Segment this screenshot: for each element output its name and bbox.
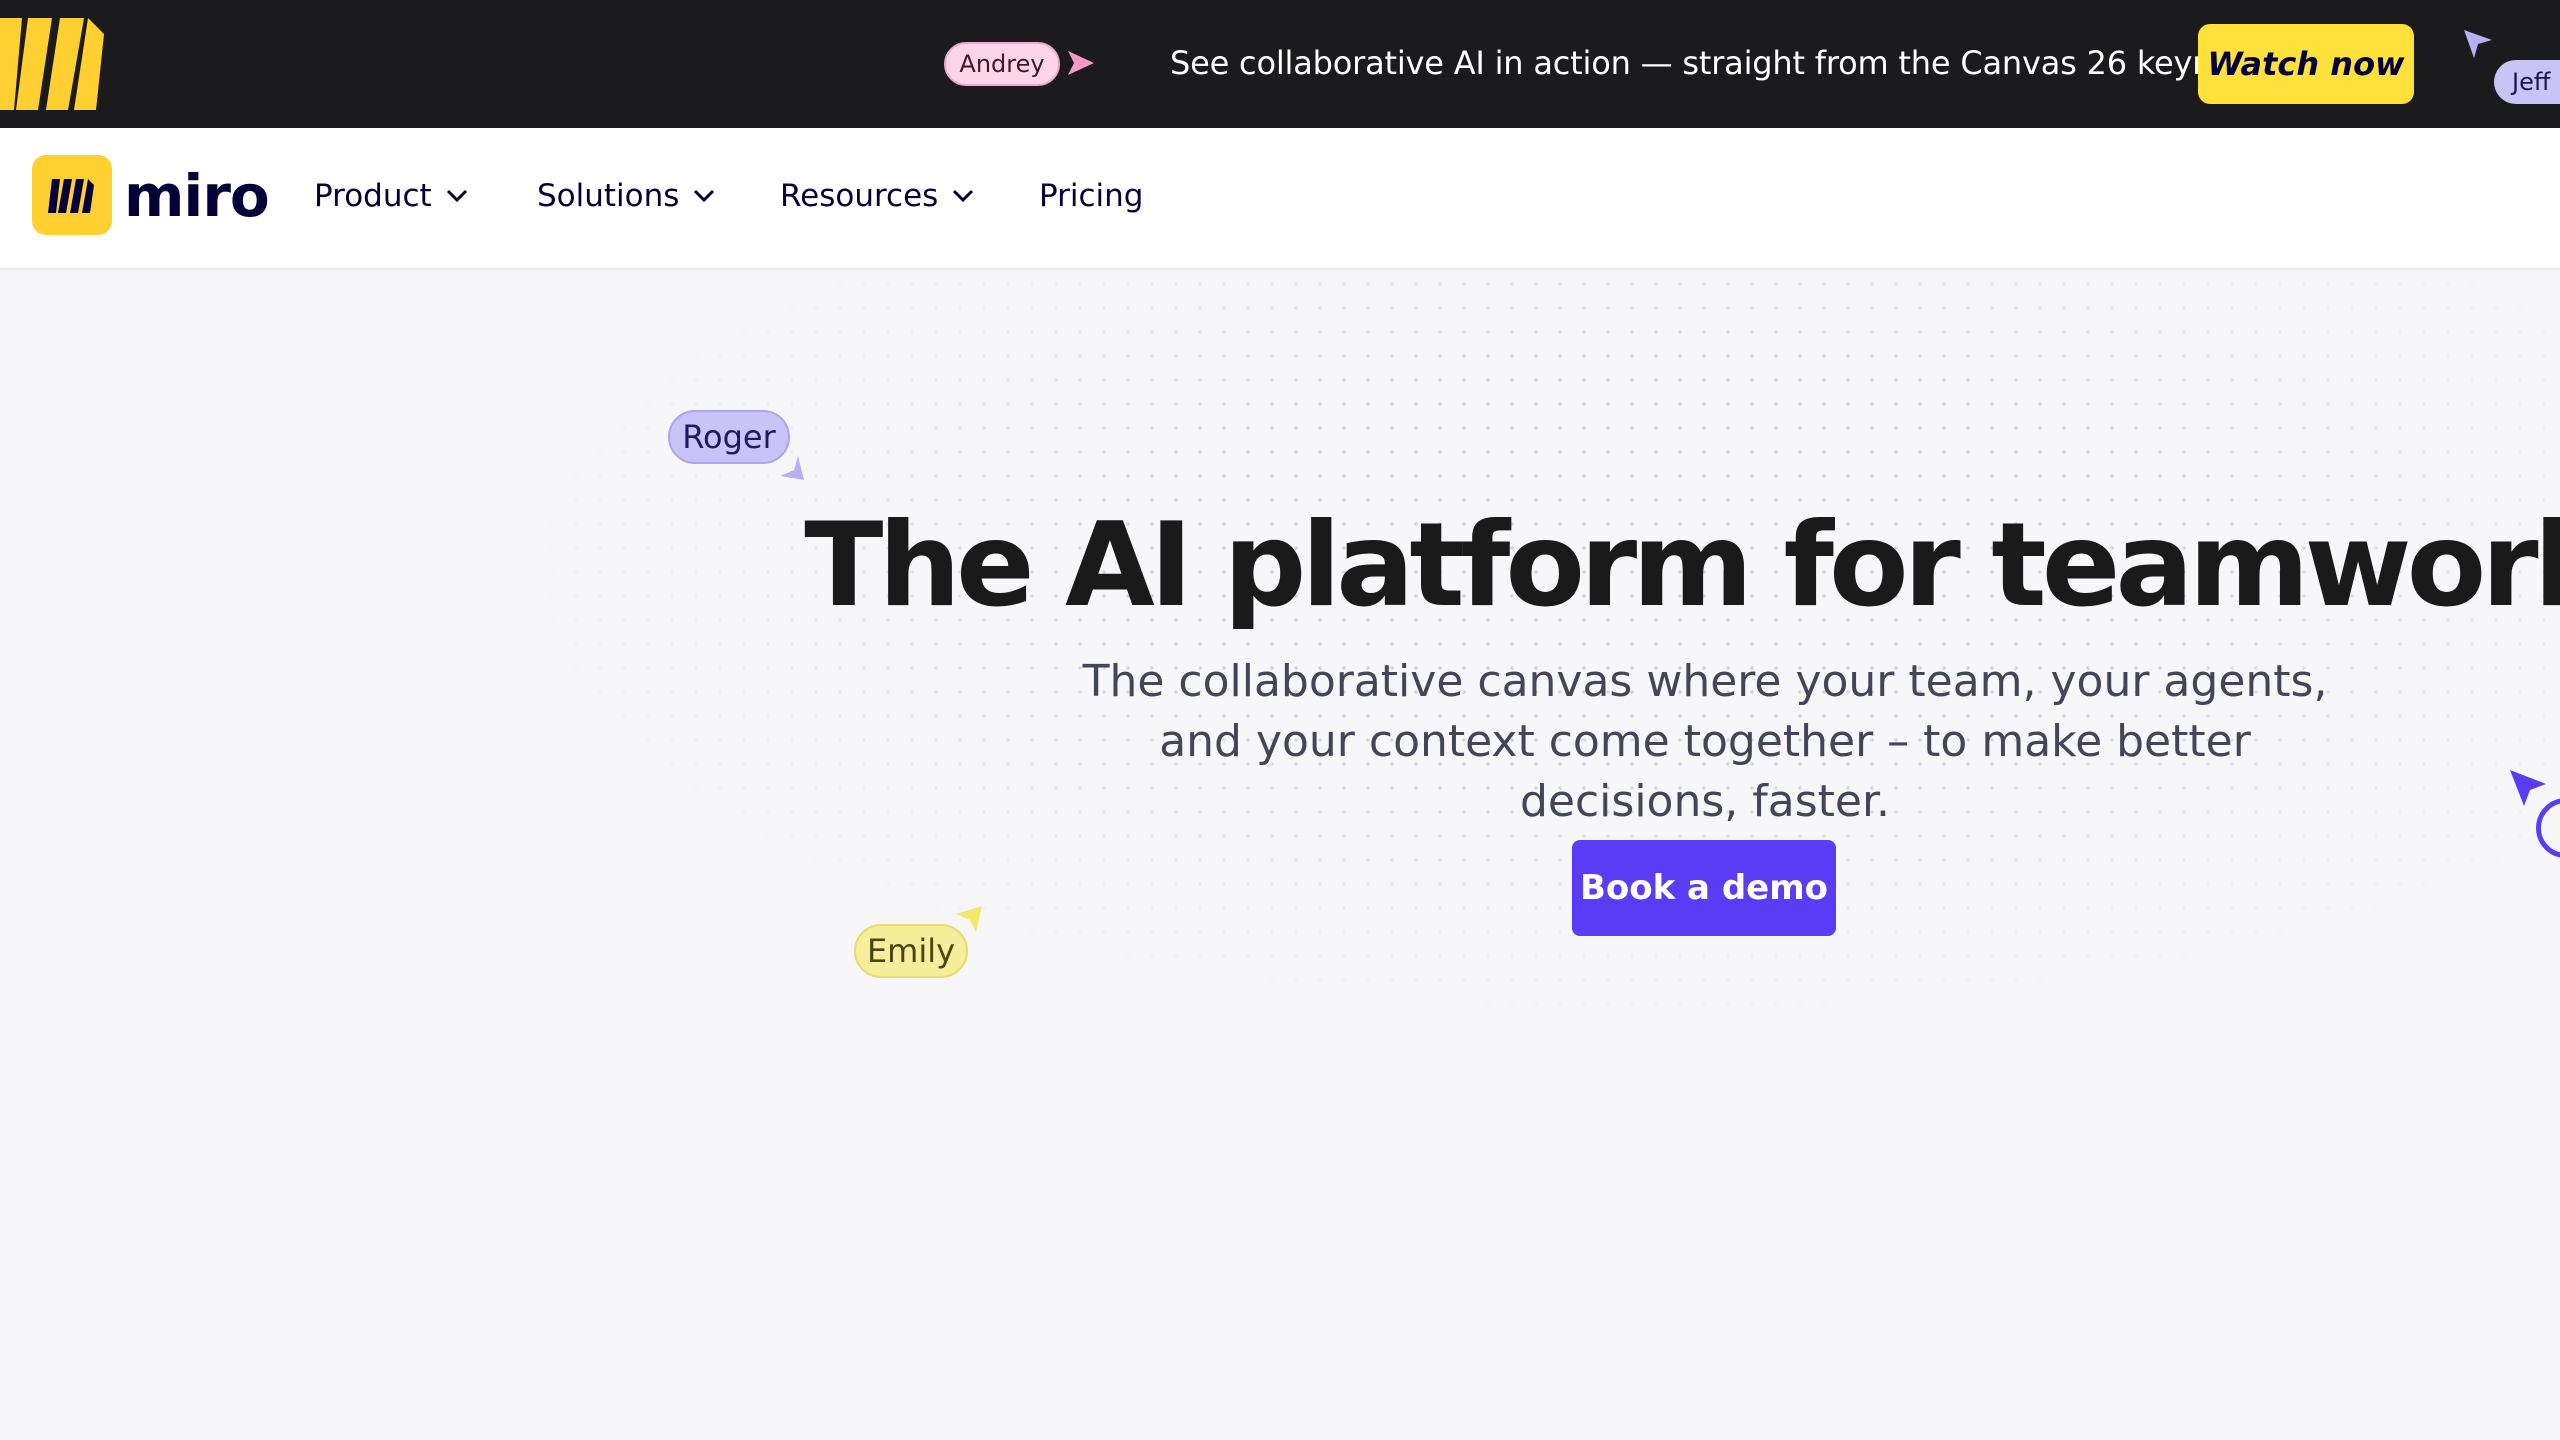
cursor-tag-emily: Emily: [854, 924, 968, 978]
nav-item-solutions[interactable]: Solutions: [537, 178, 715, 214]
nav-item-product[interactable]: Product: [314, 178, 468, 214]
hero-title: The AI platform for teamwork: [804, 498, 2560, 633]
cursor-tag-jeff: Jeff: [2494, 60, 2560, 104]
brand-wordmark[interactable]: miro: [124, 162, 270, 230]
chevron-down-icon: [953, 189, 974, 203]
chevron-down-icon: [446, 189, 467, 203]
cursor-tag-roger: Roger: [668, 410, 790, 464]
nav-item-label: Pricing: [1039, 178, 1144, 214]
nav-item-label: Resources: [780, 178, 939, 214]
book-demo-button[interactable]: Book a demo: [1572, 840, 1836, 936]
miro-logo-icon[interactable]: [32, 155, 112, 235]
cursor-arrow-icon: [780, 456, 804, 480]
miro-logo-icon[interactable]: [0, 18, 110, 110]
miro-logo-mark-icon: [48, 179, 94, 213]
cursor-arrow-icon: [2510, 770, 2546, 806]
main-nav: miro Product Solutions Resources Pricing: [0, 128, 2560, 270]
watch-now-button[interactable]: Watch now: [2198, 24, 2414, 104]
cursor-arrow-icon: [2464, 30, 2492, 58]
cursor-tag-andrey: Andrey: [944, 42, 1060, 86]
chevron-down-icon: [694, 189, 715, 203]
announcement-message: See collaborative AI in action — straigh…: [1170, 44, 2274, 82]
announcement-bar: Andrey See collaborative AI in action — …: [0, 0, 2560, 128]
hero-subtitle: The collaborative canvas where your team…: [1082, 656, 2328, 827]
nav-item-label: Solutions: [537, 178, 680, 214]
nav-item-resources[interactable]: Resources: [780, 178, 974, 214]
cursor-arrow-icon: [1068, 51, 1094, 75]
nav-item-pricing[interactable]: Pricing: [1039, 178, 1144, 214]
nav-item-label: Product: [314, 178, 432, 214]
